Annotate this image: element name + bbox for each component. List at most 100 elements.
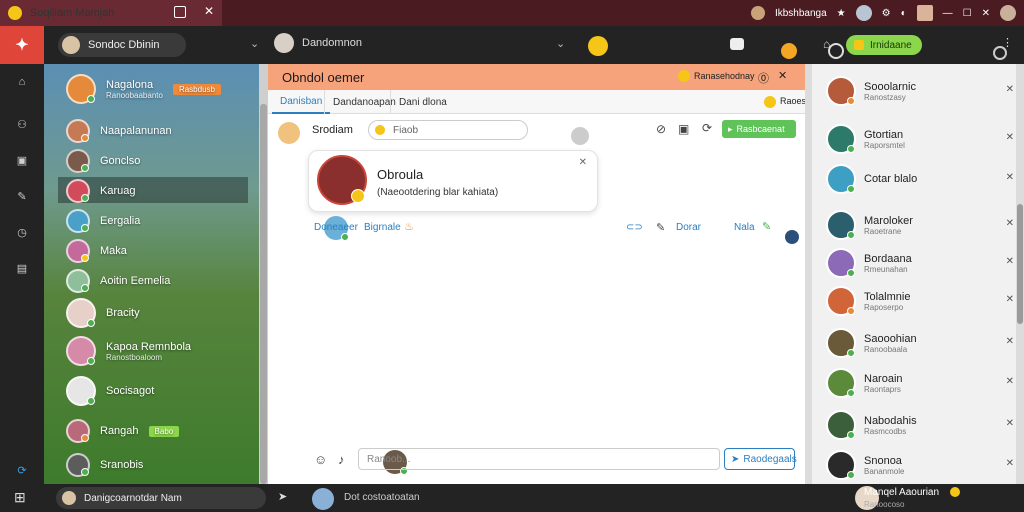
home-icon[interactable]: ⌂ (12, 72, 32, 92)
conversation-switcher[interactable]: Dandomnon (274, 33, 362, 53)
user-avatar-secondary[interactable] (1000, 5, 1016, 21)
dismiss-icon[interactable]: ✕ (1006, 172, 1014, 183)
dismiss-icon[interactable]: ✕ (1006, 336, 1014, 347)
dismiss-icon[interactable]: ✕ (1006, 458, 1014, 469)
play-icon[interactable]: ➤ (278, 490, 287, 503)
star-icon[interactable]: ★ (837, 8, 846, 19)
close-icon[interactable]: ✕ (778, 69, 787, 82)
dismiss-icon[interactable]: ✕ (1006, 132, 1014, 143)
contact-item[interactable]: Eergalia (66, 204, 140, 238)
tab-dani-dlona[interactable]: Dani dlona (390, 90, 455, 114)
dismiss-icon[interactable]: ✕ (1006, 256, 1014, 267)
notification-icon[interactable] (730, 38, 744, 50)
reaction-action-1[interactable]: Dorar (676, 222, 701, 233)
home-icon[interactable]: ⌂ (823, 37, 830, 51)
pencil-icon[interactable]: ✎ (762, 220, 771, 233)
tab-danisban[interactable]: Danisban (272, 90, 331, 114)
app-tab[interactable]: Soqiliam Mamjah (0, 0, 222, 26)
maximize-button[interactable]: ☐ (963, 8, 972, 19)
attach-icon[interactable]: ⊘ (656, 122, 666, 136)
action-button[interactable]: Irnidaane (846, 35, 922, 55)
contact-item[interactable]: Sranobis (66, 448, 143, 482)
sync-icon[interactable]: ⟳ (12, 460, 32, 480)
message-send-button[interactable]: ➤ Raodegaals (724, 448, 797, 470)
mic-icon[interactable]: ♪ (338, 452, 345, 467)
people-item[interactable]: Tolalmnie Raposerpo ✕ (826, 284, 1014, 318)
user-avatar[interactable] (855, 5, 872, 21)
contact-item[interactable]: Nagalona Ranoobaabanto Rasbdusb (66, 72, 221, 106)
emoji-icon[interactable] (588, 36, 608, 56)
clock-icon[interactable]: ◷ (12, 222, 32, 242)
contact-item[interactable]: Naapalanunan (66, 114, 172, 148)
pen-icon[interactable]: ✎ (12, 186, 32, 206)
dismiss-icon[interactable]: ✕ (1006, 376, 1014, 387)
people-item[interactable]: Saooohian Ranoobaala ✕ (826, 326, 1014, 360)
sticker-icon[interactable]: ☺ (314, 452, 327, 467)
app-brand-icon[interactable]: ✦ (0, 26, 44, 64)
dismiss-icon[interactable]: ✕ (1006, 84, 1014, 95)
settings-icon[interactable]: ⚙ (882, 8, 891, 19)
contact-item[interactable]: Bracity (66, 296, 140, 330)
contact-item[interactable]: Karuag (66, 174, 135, 208)
more-icon[interactable]: ⋮ (1002, 36, 1013, 49)
contact-subtitle: Ranostboaloom (106, 352, 163, 362)
account-avatar[interactable] (916, 5, 933, 21)
people-item[interactable]: Naroain Raontaprs ✕ (826, 366, 1014, 400)
alert-badge-icon[interactable] (781, 43, 798, 59)
close-icon[interactable]: ✕ (579, 157, 587, 168)
reaction-action-2[interactable]: Nala (734, 222, 755, 233)
account-switcher[interactable]: Sondoc Dbinin (58, 33, 186, 57)
people-item[interactable]: Sooolarnic Ranostzasy ✕ (826, 74, 1014, 108)
info-icon[interactable]: ⓪ (758, 70, 769, 86)
user-add-icon[interactable] (571, 127, 590, 145)
contact-item[interactable]: Kapoa Remnbola Ranostboaloom (66, 334, 191, 368)
contact-item[interactable]: Aoitin Eemelia (66, 264, 170, 298)
people-item[interactable]: Bordaana Rmeunahan ✕ (826, 246, 1014, 280)
info-icon[interactable] (828, 43, 845, 59)
contacts-scrollbar[interactable] (259, 64, 268, 484)
profile-sub: Ranoocoso (864, 500, 905, 509)
theme-icon[interactable]: ◐ (901, 8, 907, 19)
contact-avatar (66, 419, 90, 443)
bottom-search[interactable]: Danigcoarnotdar Nam (56, 487, 266, 509)
chevron-down-icon[interactable]: ⌄ (250, 37, 259, 50)
dismiss-icon[interactable]: ✕ (1006, 418, 1014, 429)
reaction-name: Doneaeer (314, 222, 358, 233)
compose-send-button[interactable]: ▸ Rasbcaenat (722, 120, 796, 138)
camera-icon[interactable]: ▣ (678, 122, 689, 136)
people-item[interactable]: Nabodahis Rasmcodbs ✕ (826, 408, 1014, 442)
contact-item[interactable]: Gonclso (66, 144, 140, 178)
share-icon[interactable] (174, 6, 186, 18)
action-button-label: Irnidaane (870, 39, 912, 51)
contact-item[interactable]: Maka (66, 234, 127, 268)
profile-avatar[interactable] (750, 6, 765, 20)
people-scrollbar[interactable] (1016, 64, 1024, 484)
inbox-icon[interactable]: ▣ (12, 150, 32, 170)
message-card[interactable]: Obroula (Naeootdering blar kahiata) ✕ (308, 150, 598, 212)
edit-icon[interactable]: ✎ (656, 221, 665, 234)
contact-item[interactable]: Socisagot (66, 374, 154, 408)
thread-icon[interactable]: ⊂⊃ (626, 222, 643, 233)
dismiss-icon[interactable]: ✕ (1006, 294, 1014, 305)
compose-input[interactable]: Fiaob (368, 120, 528, 140)
message-input[interactable]: Ranoob... (358, 448, 720, 470)
contact-avatar (312, 488, 334, 510)
dismiss-icon[interactable]: ✕ (1006, 218, 1014, 229)
person-avatar (826, 410, 856, 440)
refresh-icon[interactable]: ⟳ (702, 121, 712, 135)
chevron-down-icon[interactable]: ⌄ (556, 37, 565, 50)
minimize-button[interactable]: — (943, 8, 953, 19)
contact-tag: Rasbdusb (172, 83, 221, 95)
apps-grid-icon[interactable]: ⊞ (14, 489, 26, 506)
people-item[interactable]: Gtortian Raporsmtel ✕ (826, 122, 1014, 156)
people-item[interactable]: Snonoa Bananmole ✕ (826, 448, 1014, 482)
contacts-icon[interactable]: ⚇ (12, 114, 32, 134)
people-item[interactable]: Cotar blalo ✕ (826, 162, 1014, 196)
compose-input-text: Fiaob (393, 124, 419, 136)
gallery-icon[interactable]: ▤ (12, 258, 32, 278)
close-window-button[interactable]: ✕ (982, 8, 990, 19)
contact-item[interactable]: Rangah Babo (66, 414, 180, 448)
close-tab-icon[interactable]: ✕ (204, 4, 214, 18)
mini-avatar (785, 230, 800, 244)
people-item[interactable]: Maroloker Raoetrane ✕ (826, 208, 1014, 242)
